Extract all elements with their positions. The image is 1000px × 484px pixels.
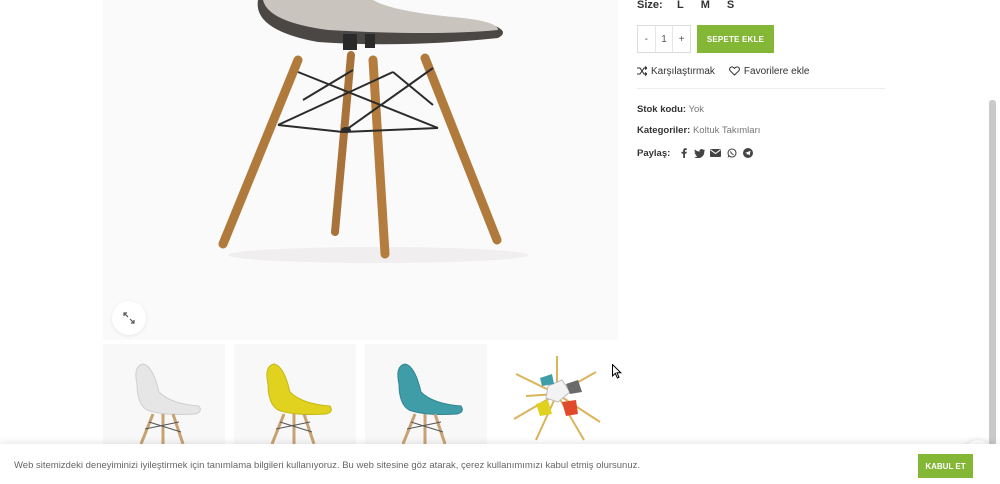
thumbnail-white-chair[interactable]	[103, 344, 225, 444]
size-label: Size:	[637, 0, 663, 11]
product-gallery	[103, 0, 618, 340]
thumbnail-teal-chair[interactable]	[365, 344, 487, 444]
cookie-notice: Web sitemizdeki deneyiminizi iyileştirme…	[0, 444, 1000, 484]
compare-label: Karşılaştırmak	[651, 65, 715, 77]
email-icon[interactable]	[710, 148, 722, 159]
telegram-icon[interactable]	[742, 148, 753, 159]
share-label: Paylaş:	[637, 147, 671, 159]
cookie-message: Web sitemizdeki deneyiminizi iyileştirme…	[14, 460, 641, 471]
product-main-image[interactable]	[103, 0, 618, 340]
sku-value: Yok	[688, 104, 705, 115]
category-label: Kategoriler:	[637, 125, 691, 136]
divider	[637, 88, 885, 89]
thumbnail-yellow-chair[interactable]	[234, 344, 356, 444]
page-scrollbar[interactable]	[989, 100, 996, 445]
category-link[interactable]: Koltuk Takımları	[693, 125, 760, 136]
whatsapp-icon[interactable]	[726, 148, 737, 159]
category-row: Kategoriler: Koltuk Takımları	[637, 125, 760, 136]
thumbnail-chairs-collage[interactable]	[496, 344, 618, 444]
sku-row: Stok kodu: Yok	[637, 104, 704, 115]
zoom-button[interactable]	[112, 301, 146, 335]
size-option-l[interactable]: L	[677, 0, 684, 11]
share-row: Paylaş:	[637, 146, 758, 160]
thumbnail-strip	[103, 344, 618, 444]
twitter-icon[interactable]	[694, 148, 706, 159]
size-option-s[interactable]: S	[727, 0, 734, 11]
add-to-cart-button[interactable]: SEPETE EKLE	[697, 25, 774, 53]
quantity-input[interactable]: 1	[656, 26, 673, 52]
size-option-m[interactable]: M	[701, 0, 710, 11]
quantity-stepper: - 1 +	[637, 25, 691, 53]
wishlist-link[interactable]: Favorilere ekle	[729, 66, 810, 77]
facebook-icon[interactable]	[678, 148, 689, 159]
compare-link[interactable]: Karşılaştırmak	[637, 66, 715, 77]
sku-label: Stok kodu:	[637, 104, 687, 115]
wishlist-label: Favorilere ekle	[743, 65, 810, 77]
shuffle-icon	[637, 66, 647, 76]
quantity-plus-button[interactable]: +	[672, 26, 690, 52]
cookie-accept-button[interactable]: KABUL ET	[918, 454, 973, 478]
heart-icon	[729, 66, 740, 76]
quantity-minus-button[interactable]: -	[638, 26, 656, 52]
size-selector: Size: L M S	[637, 0, 751, 13]
expand-icon	[123, 312, 135, 324]
mouse-cursor-icon	[612, 364, 622, 379]
product-actions: Karşılaştırmak Favorilere ekle	[637, 64, 824, 78]
